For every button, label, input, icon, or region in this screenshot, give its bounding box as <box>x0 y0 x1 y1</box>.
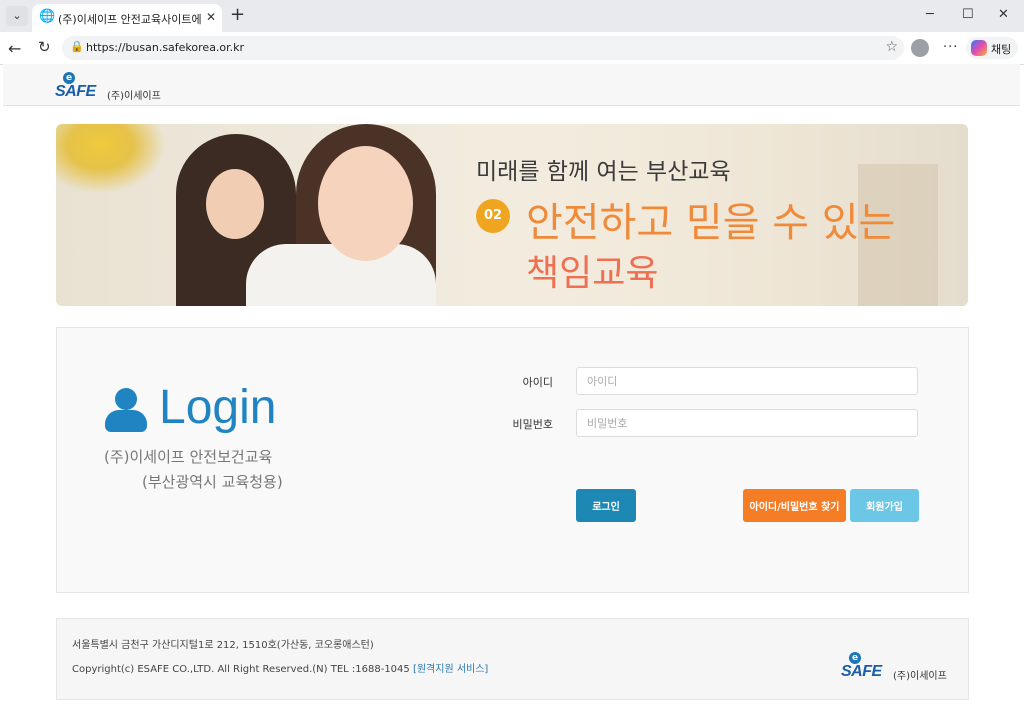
login-heading: Login <box>159 381 277 434</box>
hero-banner: 미래를 함께 여는 부산교육 02 안전하고 믿을 수 있는 책임교육 <box>56 124 968 306</box>
copilot-icon <box>971 40 987 56</box>
user-icon-head <box>115 388 137 410</box>
url-text[interactable]: https://busan.safekorea.or.kr <box>86 41 244 54</box>
login-button[interactable]: 로그인 <box>576 489 636 522</box>
remote-support-link[interactable]: [원격지원 서비스] <box>413 664 488 675</box>
copilot-chat-button[interactable]: 채팅 <box>966 37 1018 59</box>
logo-company-text: (주)이세이프 <box>107 91 161 102</box>
logo-safe-text: SAFE <box>55 83 96 100</box>
new-tab-icon[interactable]: + <box>230 6 245 24</box>
footer-copyright: Copyright(c) ESAFE CO.,LTD. All Right Re… <box>72 660 488 675</box>
user-icon <box>105 388 147 434</box>
minimize-icon[interactable]: ─ <box>926 7 934 22</box>
banner-headline: 미래를 함께 여는 부산교육 <box>476 159 731 185</box>
signup-button[interactable]: 회원가입 <box>850 489 919 522</box>
tab-title: (주)이세이프 안전교육사이트에 오 <box>58 13 204 26</box>
more-menu-icon[interactable]: ··· <box>943 40 958 55</box>
globe-icon: 🌐 <box>39 9 56 24</box>
copilot-label: 채팅 <box>991 43 1012 56</box>
reload-icon[interactable]: ↻ <box>38 38 51 56</box>
copyright-text: Copyright(c) ESAFE CO.,LTD. All Right Re… <box>72 664 413 675</box>
lock-icon[interactable]: 🔒 <box>70 40 84 53</box>
user-icon-body <box>105 410 147 432</box>
id-label: 아이디 <box>522 376 553 389</box>
back-arrow-icon[interactable]: ← <box>8 39 21 58</box>
site-header: e SAFE (주)이세이프 <box>3 64 1020 106</box>
banner-slogan-line2: 책임교육 <box>526 253 659 294</box>
password-input[interactable] <box>576 409 918 437</box>
banner-mother-face <box>318 146 413 261</box>
site-footer: 서울특별시 금천구 가산디지털1로 212, 1510호(가산동, 코오롱애스턴… <box>56 618 969 700</box>
close-tab-icon[interactable]: ✕ <box>206 10 216 24</box>
footer-address: 서울특별시 금천구 가산디지털1로 212, 1510호(가산동, 코오롱애스턴… <box>72 640 374 651</box>
close-window-icon[interactable]: ✕ <box>998 7 1009 22</box>
banner-slogan-line1: 안전하고 믿을 수 있는 <box>526 200 896 246</box>
login-subtitle-region: (부산광역시 교육청용) <box>142 473 283 491</box>
id-input[interactable] <box>576 367 918 395</box>
browser-tab[interactable]: 🌐 (주)이세이프 안전교육사이트에 오 ✕ <box>32 4 222 32</box>
tab-list-chevron-icon[interactable]: ⌄ <box>6 6 28 26</box>
find-account-button[interactable]: 아이디/비밀번호 찾기 <box>743 489 846 522</box>
banner-child-face <box>206 169 264 239</box>
banner-number-badge: 02 <box>476 199 510 233</box>
login-subtitle: (주)이세이프 안전보건교육 <box>104 448 273 466</box>
profile-avatar[interactable] <box>911 39 929 57</box>
browser-tab-bar: ⌄ 🌐 (주)이세이프 안전교육사이트에 오 ✕ + ─ ☐ ✕ <box>0 0 1024 32</box>
footer-logo-safe-text: SAFE <box>841 663 882 680</box>
password-label: 비밀번호 <box>512 418 553 431</box>
address-bar[interactable]: 🔒 https://busan.safekorea.or.kr ☆ <box>62 36 904 60</box>
banner-leaves-image <box>56 124 166 194</box>
footer-logo-company-text: (주)이세이프 <box>893 671 947 682</box>
address-bar-row: ← ↻ 🔒 https://busan.safekorea.or.kr ☆ ··… <box>0 32 1024 65</box>
maximize-icon[interactable]: ☐ <box>962 7 974 22</box>
favorite-star-icon[interactable]: ☆ <box>885 39 898 55</box>
login-panel: Login (주)이세이프 안전보건교육 (부산광역시 교육청용) 아이디 비밀… <box>56 327 969 593</box>
